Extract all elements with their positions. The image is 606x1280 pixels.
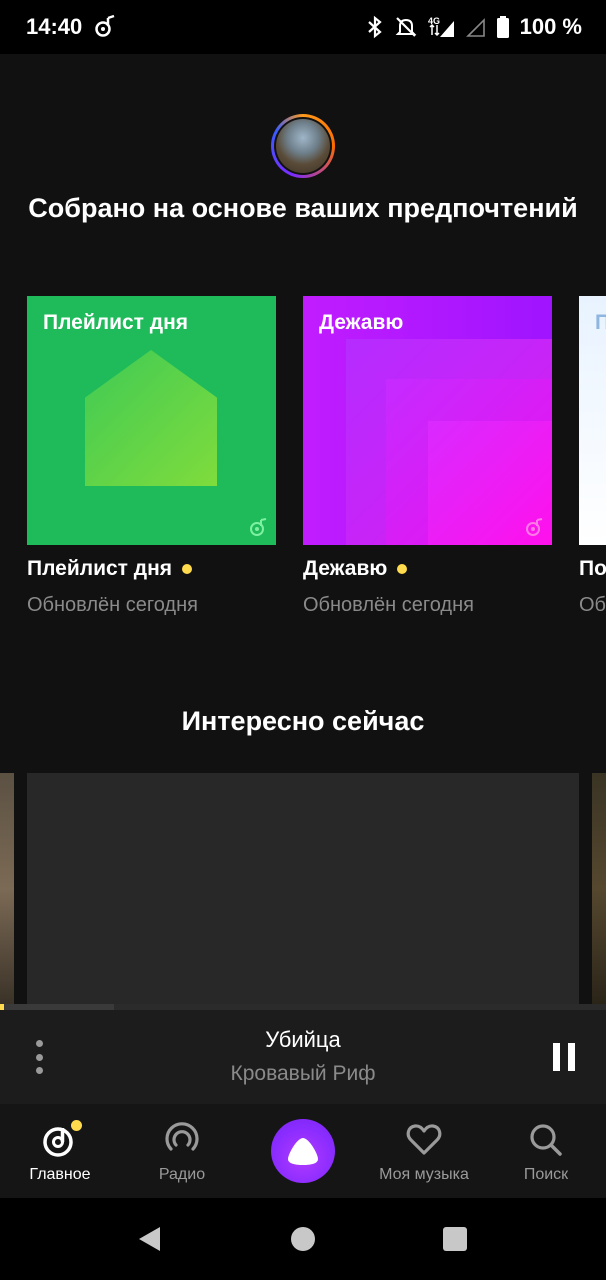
mini-player[interactable]: Убийца Кровавый Риф [0, 1010, 606, 1104]
status-icons: 4G 100 % [366, 12, 582, 42]
music-note-icon [95, 14, 115, 37]
section-title-recommendations: Собрано на основе ваших предпочтений [28, 193, 578, 223]
system-navigation-bar [0, 1198, 606, 1280]
card-cover-label: П н [595, 311, 606, 334]
new-indicator-dot [182, 564, 193, 574]
feature-card[interactable] [27, 773, 579, 1004]
heart-icon [404, 1120, 444, 1160]
nav-item-radio[interactable]: Радио [142, 1104, 222, 1198]
home-music-icon [40, 1120, 82, 1160]
card-cover-label: Дежавю [319, 311, 404, 334]
home-button-icon[interactable] [291, 1227, 315, 1251]
status-time: 14:40 [26, 14, 83, 39]
svg-text:4G: 4G [428, 16, 440, 26]
avatar-image [276, 119, 330, 173]
playlist-card-dejavu[interactable]: Дежавю [303, 296, 552, 545]
track-title: Убийца [265, 1027, 341, 1052]
battery-level: 100 % [519, 14, 582, 39]
feature-card-previous[interactable] [0, 773, 14, 1004]
pause-button[interactable] [553, 1043, 575, 1071]
yandex-music-badge-icon [250, 518, 267, 536]
mute-icon [395, 17, 417, 37]
card-title[interactable]: Плейлист дня [27, 557, 193, 581]
card-subtitle: Обновлён сегодня [27, 594, 198, 616]
house-cover-graphic [85, 350, 217, 486]
card-subtitle: Об [579, 594, 606, 616]
nav-item-search[interactable]: Поиск [506, 1104, 586, 1198]
avatar[interactable] [271, 114, 335, 178]
card-title[interactable]: Дежавю [303, 557, 408, 581]
back-icon[interactable] [138, 1226, 162, 1252]
nav-item-home[interactable]: Главное [20, 1104, 100, 1198]
playlist-card-playlist-of-day[interactable]: Плейлист дня [27, 296, 276, 545]
recent-apps-icon[interactable] [443, 1227, 467, 1251]
nav-label: Моя музыка [379, 1166, 469, 1183]
bottom-navigation: Главное Радио Моя музыка Поиск [0, 1104, 606, 1198]
nav-item-alice[interactable] [270, 1104, 336, 1198]
card-title[interactable]: По [579, 557, 606, 581]
track-artist: Кровавый Риф [230, 1062, 376, 1085]
nav-item-my-music[interactable]: Моя музыка [364, 1104, 484, 1198]
card-cover-label: Плейлист дня [43, 311, 189, 334]
card-title-text: Дежавю [303, 557, 388, 580]
new-indicator-dot [397, 564, 408, 574]
home-feed[interactable]: Собрано на основе ваших предпочтений Пле… [0, 54, 606, 1004]
search-icon [526, 1120, 566, 1160]
card-title-text: Плейлист дня [27, 557, 173, 580]
signal-4g-icon: 4G [428, 16, 454, 37]
nav-label: Радио [158, 1166, 206, 1183]
feature-card-next[interactable] [592, 773, 606, 1004]
battery-icon [496, 16, 509, 38]
notification-dot [71, 1120, 82, 1131]
bluetooth-icon [367, 15, 382, 39]
nav-label: Главное [29, 1166, 91, 1183]
radio-icon [162, 1120, 202, 1160]
alice-icon [271, 1119, 335, 1183]
pause-icon [553, 1043, 560, 1071]
signal-empty-icon [465, 18, 485, 37]
yandex-music-badge-icon [526, 518, 543, 536]
playlist-card-partial[interactable]: П н [579, 296, 606, 545]
status-bar: 14:40 4G 100 % [0, 0, 606, 54]
card-subtitle: Обновлён сегодня [303, 594, 474, 616]
nav-label: Поиск [523, 1166, 569, 1183]
section-title-interesting: Интересно сейчас [181, 706, 425, 736]
